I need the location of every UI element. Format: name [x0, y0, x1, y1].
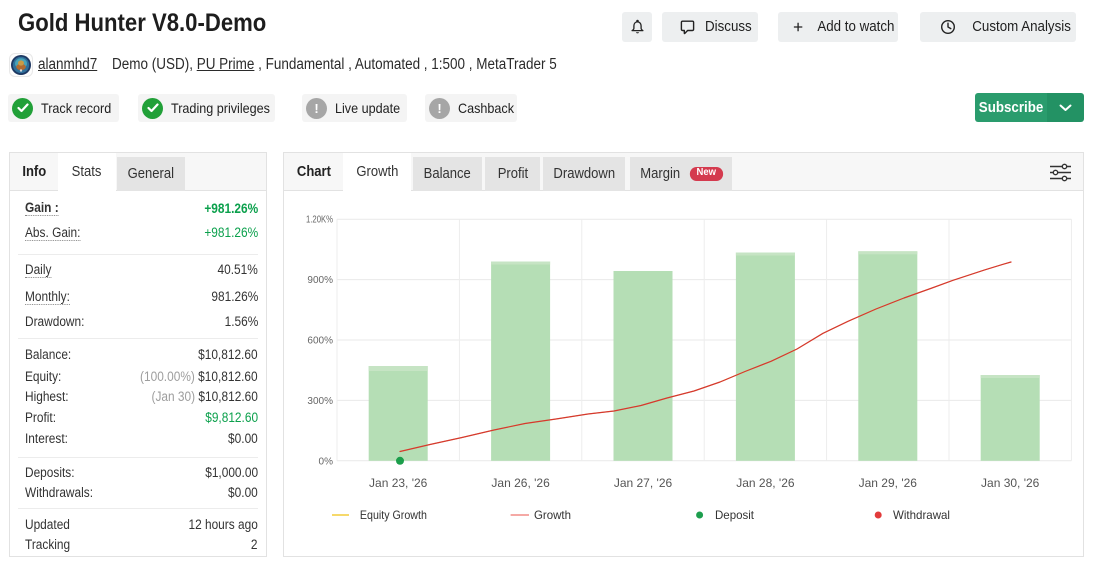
svg-text:Jan 27, '26: Jan 27, '26 [614, 476, 673, 490]
svg-text:Jan 28, '26: Jan 28, '26 [736, 476, 795, 490]
svg-text:300%: 300% [307, 396, 333, 407]
svg-text:Jan 23, '26: Jan 23, '26 [369, 476, 428, 490]
svg-text:Jan 26, '26: Jan 26, '26 [491, 476, 550, 490]
svg-text:Equity Growth: Equity Growth [360, 508, 427, 522]
svg-text:Jan 29, '26: Jan 29, '26 [859, 476, 918, 490]
svg-text:Deposit: Deposit [715, 508, 755, 522]
svg-text:Jan 30, '26: Jan 30, '26 [981, 476, 1040, 490]
svg-text:900%: 900% [307, 275, 333, 286]
svg-text:Withdrawal: Withdrawal [893, 508, 950, 522]
svg-text:600%: 600% [307, 336, 333, 347]
svg-text:0%: 0% [319, 456, 334, 467]
svg-text:Growth: Growth [534, 508, 571, 522]
svg-text:1.20K%: 1.20K% [306, 215, 333, 226]
